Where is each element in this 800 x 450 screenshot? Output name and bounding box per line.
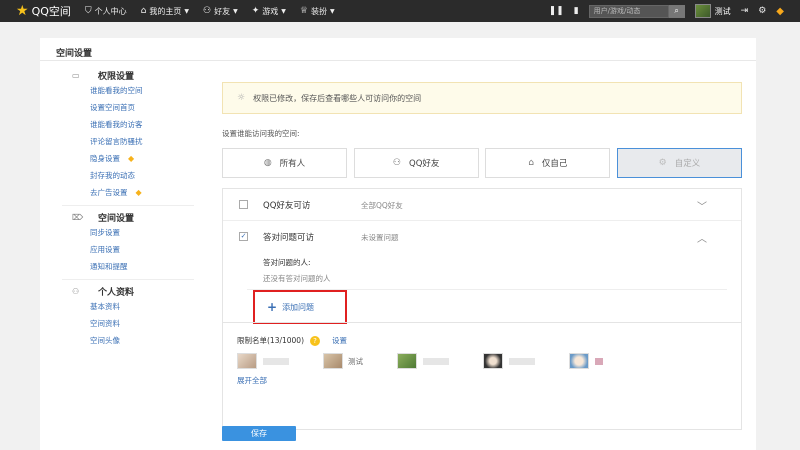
- answered-people-label: 答对问题的人:: [263, 258, 311, 267]
- nav-personal-center[interactable]: ⛉ 个人中心: [85, 6, 127, 17]
- chevron-down-icon[interactable]: ﹀: [697, 198, 707, 213]
- add-question-button[interactable]: + 添加问题: [253, 290, 347, 324]
- who-can-access-label: 设置谁能访问我的空间:: [222, 129, 300, 138]
- qzone-logo[interactable]: ★ QQ空间: [16, 3, 71, 19]
- limit-set-link[interactable]: 设置: [332, 335, 347, 346]
- user-avatar[interactable]: [694, 4, 711, 18]
- expand-all-link[interactable]: 展开全部: [237, 375, 267, 386]
- nav-label: 游戏: [262, 6, 279, 16]
- star-logo-icon: ★: [16, 3, 29, 19]
- list-item[interactable]: 测试: [323, 353, 363, 369]
- notice-text: 权限已修改，保存后查看哪些人可访问你的空间: [253, 93, 422, 103]
- gear-icon: ⚙: [658, 158, 667, 168]
- list-item[interactable]: [483, 353, 535, 369]
- lock-icon: ⌂: [528, 158, 534, 168]
- option-only-me[interactable]: ⌂ 仅自己: [485, 148, 611, 178]
- search-input[interactable]: 用户/游戏/动态: [588, 4, 669, 18]
- dress-icon: ♕: [299, 6, 308, 16]
- main-nav: ⛉ 个人中心 ⌂ 我的主页 ▼ ⚇ 好友 ▼ ✦ 游戏 ▼ ♕ 装扮 ▼: [85, 6, 349, 17]
- limit-friend-list: 测试: [237, 353, 637, 369]
- list-item[interactable]: [397, 353, 449, 369]
- rule-row-answer-question[interactable]: ✓ 答对问题可访 未设置问题 ︿: [223, 221, 741, 253]
- friends-icon: ⚇: [203, 6, 212, 16]
- rule-title: QQ好友可访: [263, 201, 311, 211]
- top-right-tools: ❚❚ ▮ 用户/游戏/动态 ⌕ 测试 ⇥ ⚙ ◆: [539, 0, 784, 22]
- friend-avatar: [237, 353, 257, 369]
- friend-name-blurred: [509, 357, 535, 365]
- friend-name-blurred: [263, 357, 289, 365]
- nav-my-home[interactable]: ⌂ 我的主页 ▼: [141, 6, 189, 17]
- user-icon: ⛉: [84, 6, 92, 16]
- chevron-up-icon[interactable]: ︿: [697, 230, 707, 245]
- friend-name-blurred: [423, 357, 449, 365]
- diamond-icon[interactable]: ◆: [776, 6, 784, 17]
- friend-name-blurred: [595, 357, 603, 365]
- search-icon: ⌕: [674, 6, 679, 15]
- option-qq-friends[interactable]: ⚇ QQ好友: [353, 148, 479, 178]
- logout-icon[interactable]: ⇥: [741, 6, 749, 16]
- add-question-label: 添加问题: [282, 302, 315, 312]
- rule-title: 答对问题可访: [263, 233, 315, 243]
- option-label: 所有人: [279, 159, 306, 169]
- chevron-down-icon: ▼: [329, 7, 335, 15]
- friend-name: 测试: [348, 356, 363, 366]
- signal-bars-icon[interactable]: ▮: [574, 6, 579, 16]
- home-icon: ⌂: [140, 6, 147, 16]
- friends-icon: ⚇: [392, 158, 401, 168]
- friend-avatar: [483, 353, 503, 369]
- limit-list-header: 限制名单(13/1000) ? 设置: [237, 335, 347, 346]
- option-label: QQ好友: [409, 159, 440, 169]
- checkbox-qq-friends[interactable]: [239, 200, 248, 209]
- friend-avatar: [569, 353, 589, 369]
- nav-label: 装扮: [310, 6, 327, 16]
- divider: [223, 322, 741, 323]
- rule-subtitle: 全部QQ好友: [361, 201, 403, 210]
- content-area: ☼ 权限已修改，保存后查看哪些人可访问你的空间 设置谁能访问我的空间: ◍ 所有…: [40, 38, 756, 450]
- checkbox-answer-question[interactable]: ✓: [239, 232, 248, 241]
- list-item[interactable]: [569, 353, 603, 369]
- gear-icon[interactable]: ⚙: [758, 6, 766, 16]
- top-navigation-bar: ★ QQ空间 ⛉ 个人中心 ⌂ 我的主页 ▼ ⚇ 好友 ▼ ✦ 游戏 ▼ ♕ 装…: [0, 0, 800, 22]
- rule-row-qq-friends[interactable]: QQ好友可访 全部QQ好友 ﹀: [223, 189, 741, 221]
- help-icon[interactable]: ?: [310, 335, 321, 346]
- logo-text: QQ空间: [31, 5, 71, 18]
- option-everyone[interactable]: ◍ 所有人: [222, 148, 347, 178]
- chevron-down-icon: ▼: [281, 7, 286, 15]
- plus-icon: +: [267, 300, 278, 314]
- pause-icon[interactable]: ❚❚: [549, 6, 564, 16]
- nav-friends[interactable]: ⚇ 好友 ▼: [203, 6, 238, 17]
- access-options: ◍ 所有人 ⚇ QQ好友 ⌂ 仅自己 ⚙ 自定义: [222, 148, 742, 178]
- option-label: 自定义: [674, 159, 701, 169]
- chevron-down-icon: ▼: [233, 7, 238, 15]
- save-button[interactable]: 保存: [222, 426, 296, 441]
- globe-icon: ◍: [263, 158, 272, 168]
- chevron-down-icon: ▼: [184, 7, 189, 15]
- list-item[interactable]: [237, 353, 289, 369]
- sun-icon: ☼: [237, 93, 246, 103]
- friend-avatar: [397, 353, 417, 369]
- nav-label: 好友: [214, 6, 231, 16]
- nav-dress-up[interactable]: ♕ 装扮 ▼: [300, 6, 335, 17]
- option-custom[interactable]: ⚙ 自定义: [616, 148, 742, 178]
- custom-settings-panel: QQ好友可访 全部QQ好友 ﹀ ✓ 答对问题可访 未设置问题 ︿ 答对问题的人:…: [222, 188, 742, 430]
- option-label: 仅自己: [541, 159, 568, 169]
- answered-people-empty: 还没有答对问题的人: [263, 274, 331, 283]
- nav-label: 我的主页: [149, 6, 182, 16]
- friend-avatar: [323, 353, 343, 369]
- nav-games[interactable]: ✦ 游戏 ▼: [252, 6, 286, 17]
- game-icon: ✦: [251, 6, 260, 16]
- search-button[interactable]: ⌕: [668, 4, 685, 18]
- rule-subtitle: 未设置问题: [361, 233, 399, 242]
- username[interactable]: 测试: [715, 6, 731, 17]
- limit-list-label: 限制名单(13/1000): [237, 336, 305, 345]
- notice-banner: ☼ 权限已修改，保存后查看哪些人可访问你的空间: [222, 82, 742, 114]
- nav-label: 个人中心: [94, 6, 127, 16]
